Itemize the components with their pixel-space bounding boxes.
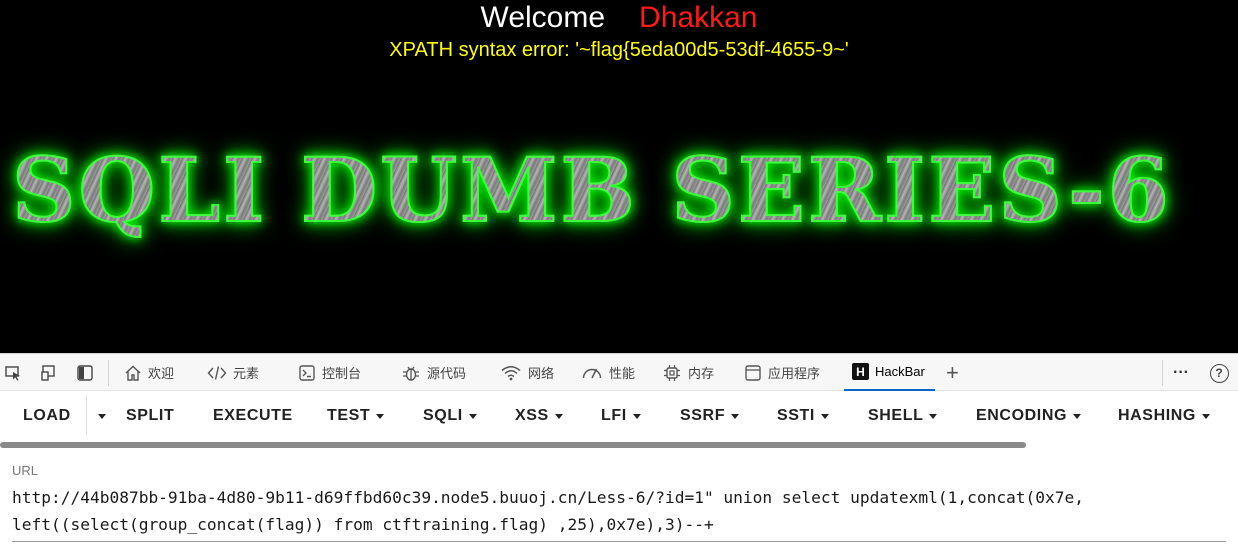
tab-network[interactable]: 网络	[500, 354, 554, 391]
tab-label: 源代码	[427, 366, 467, 381]
url-input-underline	[12, 541, 1226, 542]
menu-label: SSRF	[680, 407, 726, 424]
toolbar-divider	[108, 360, 109, 386]
tab-welcome[interactable]: 欢迎	[124, 354, 174, 391]
add-tab-button[interactable]: +	[946, 354, 959, 391]
username: Dhakkan	[639, 1, 758, 34]
tab-performance[interactable]: 性能	[581, 354, 635, 391]
menu-label: SSTI	[777, 407, 815, 424]
tab-application[interactable]: 应用程序	[744, 354, 820, 391]
welcome-label: Welcome	[480, 1, 606, 34]
hackbar-logo-letter: H	[852, 363, 869, 380]
device-emulation-button[interactable]	[36, 360, 62, 386]
load-label: LOAD	[23, 407, 71, 424]
plus-icon: +	[946, 359, 959, 385]
console-icon	[298, 364, 316, 382]
toolbar-divider	[1162, 360, 1163, 386]
chevron-down-icon	[820, 413, 829, 419]
load-options-dropdown[interactable]	[92, 391, 106, 441]
window-icon	[744, 364, 762, 382]
chevron-down-icon	[1201, 413, 1210, 419]
ellipsis-icon: ···	[1173, 363, 1189, 381]
test-menu[interactable]: TEST	[327, 391, 385, 441]
tab-label: 网络	[528, 366, 555, 381]
url-field-container: URL http://44b087bb-91ba-4d80-9b11-d69ff…	[0, 452, 1238, 546]
load-button[interactable]: LOAD	[23, 391, 71, 441]
chevron-down-icon	[929, 413, 938, 419]
tab-label: 性能	[609, 366, 636, 381]
execute-label: EXECUTE	[213, 407, 293, 424]
chevron-down-icon	[468, 413, 477, 419]
chevron-down-icon	[632, 413, 641, 419]
menu-label: SHELL	[868, 407, 924, 424]
menu-label: XSS	[515, 407, 549, 424]
tab-console[interactable]: 控制台	[298, 354, 361, 391]
bug-icon	[401, 363, 421, 383]
help-icon: ?	[1209, 363, 1229, 383]
url-field-label: URL	[12, 463, 39, 478]
url-line-1: http://44b087bb-91ba-4d80-9b11-d69ffbd60…	[12, 488, 1085, 507]
devtools-toolbar: 欢迎 元素 控制台 源代码 网络 性能 内存 应用程序 H HackBar + …	[0, 353, 1238, 391]
tab-label: 内存	[688, 366, 715, 381]
inspect-element-button[interactable]	[0, 360, 26, 386]
inspect-icon	[5, 366, 20, 381]
menu-label: LFI	[601, 407, 627, 424]
dock-side-button[interactable]	[72, 360, 98, 386]
xss-menu[interactable]: XSS	[515, 391, 563, 441]
url-input[interactable]: http://44b087bb-91ba-4d80-9b11-d69ffbd60…	[12, 484, 1226, 538]
ssti-menu[interactable]: SSTI	[777, 391, 829, 441]
device-toggle-icon	[41, 365, 55, 381]
tab-hackbar[interactable]: H HackBar	[844, 354, 935, 391]
tab-label: 应用程序	[768, 366, 821, 381]
url-line-2: left((select(group_concat(flag)) from ct…	[12, 515, 714, 534]
split-label: SPLIT	[126, 407, 175, 424]
lfi-menu[interactable]: LFI	[601, 391, 641, 441]
hackbar-toolbar: LOAD SPLIT EXECUTE TEST SQLI XSS LFI SSR…	[0, 391, 1238, 443]
encoding-menu[interactable]: ENCODING	[976, 391, 1082, 441]
webpage-viewport: Welcome Dhakkan XPATH syntax error: '~fla…	[0, 0, 1238, 353]
ssrf-menu[interactable]: SSRF	[680, 391, 740, 441]
tab-memory[interactable]: 内存	[662, 354, 714, 391]
menu-label: TEST	[327, 407, 371, 424]
welcome-line: Welcome Dhakkan	[0, 0, 1238, 36]
chevron-down-icon	[1073, 413, 1082, 419]
split-button[interactable]: SPLIT	[126, 391, 174, 441]
chevron-down-icon	[554, 413, 563, 419]
wifi-icon	[500, 364, 522, 382]
tab-label: 欢迎	[148, 366, 175, 381]
tab-label: HackBar	[875, 364, 925, 379]
toolbar-horizontal-scrollbar[interactable]	[0, 442, 1026, 448]
tab-label: 元素	[233, 366, 260, 381]
home-icon	[124, 364, 142, 382]
gauge-icon	[581, 364, 603, 382]
help-button[interactable]: ?	[1206, 360, 1232, 386]
code-icon	[207, 364, 227, 382]
menu-label: ENCODING	[976, 407, 1068, 424]
tab-label: 控制台	[322, 366, 362, 381]
execute-button[interactable]: EXECUTE	[213, 391, 293, 441]
sidebar-panel-icon	[77, 365, 93, 381]
chip-icon	[662, 363, 682, 383]
load-split-divider	[86, 395, 87, 435]
shell-menu[interactable]: SHELL	[868, 391, 938, 441]
chevron-down-icon	[98, 413, 106, 419]
hashing-menu[interactable]: HASHING	[1118, 391, 1210, 441]
tab-elements[interactable]: 元素	[207, 354, 259, 391]
more-tools-button[interactable]: ···	[1173, 354, 1189, 391]
hackbar-logo-icon: H	[852, 363, 869, 380]
menu-label: SQLI	[423, 407, 463, 424]
tab-sources[interactable]: 源代码	[401, 354, 466, 391]
sqli-menu[interactable]: SQLI	[423, 391, 477, 441]
sqli-banner-image: SQLI DUMB SERIES-6	[11, 138, 1172, 242]
menu-label: HASHING	[1118, 407, 1196, 424]
chevron-down-icon	[376, 413, 385, 419]
chevron-down-icon	[731, 413, 740, 419]
xpath-error-message: XPATH syntax error: '~flag{5eda00d5-53df…	[389, 39, 849, 61]
